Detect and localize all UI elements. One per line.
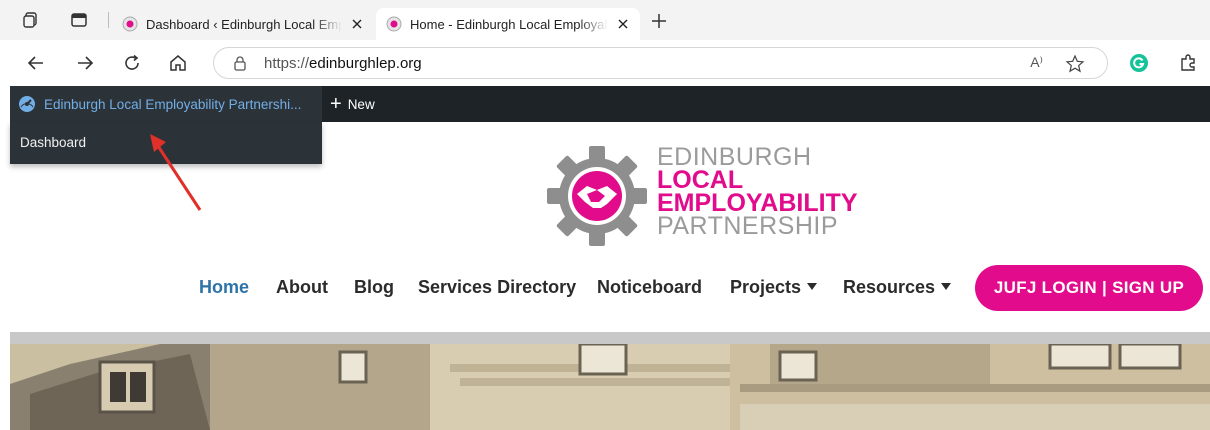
nav-blog[interactable]: Blog	[354, 277, 394, 298]
nav-home[interactable]: Home	[199, 277, 249, 298]
tab-separator	[108, 12, 109, 28]
nav-services-directory[interactable]: Services Directory	[418, 277, 576, 298]
hero-image	[10, 344, 1210, 430]
caret-down-icon	[941, 283, 952, 290]
nav-about[interactable]: About	[276, 277, 328, 298]
forward-icon[interactable]	[75, 53, 95, 73]
plus-icon: +	[330, 93, 342, 115]
tab-dashboard[interactable]: Dashboard ‹ Edinburgh Local Employabilit…	[112, 8, 374, 40]
back-icon[interactable]	[26, 53, 46, 73]
url-text: https://edinburghlep.org	[264, 55, 422, 72]
nav-resources[interactable]: Resources	[843, 277, 952, 298]
url-scheme: https://	[264, 55, 310, 72]
logo-text: EDINBURGH LOCAL EMPLOYABILITY PARTNERSHI…	[657, 145, 858, 240]
admin-site-name-label: Edinburgh Local Employability Partnershi…	[44, 96, 302, 112]
nav-projects[interactable]: Projects	[730, 277, 818, 298]
site-favicon-icon	[386, 16, 402, 32]
admin-new-label: New	[347, 96, 375, 112]
refresh-icon[interactable]	[122, 53, 142, 73]
nav-resources-label: Resources	[843, 277, 936, 297]
logo-line-4: PARTNERSHIP	[657, 212, 839, 240]
hero-top-border	[10, 332, 1210, 344]
nav-projects-label: Projects	[730, 277, 802, 297]
browser-tab-strip: Dashboard ‹ Edinburgh Local Employabilit…	[0, 0, 1210, 40]
tab-title: Dashboard ‹ Edinburgh Local Employabilit…	[146, 16, 342, 32]
tab-actions-icon[interactable]	[70, 11, 88, 29]
new-tab-icon[interactable]	[650, 12, 668, 30]
favorite-star-icon[interactable]	[1065, 54, 1085, 74]
annotation-arrow	[150, 134, 202, 211]
site-logo[interactable]: EDINBURGH LOCAL EMPLOYABILITY PARTNERSHI…	[545, 142, 875, 248]
url-host: edinburghlep.org	[309, 55, 422, 72]
wp-admin-bar: Edinburgh Local Employability Partnershi…	[10, 86, 1210, 122]
dashboard-gauge-icon	[19, 96, 35, 112]
main-navigation: Home About Blog Services Directory Notic…	[10, 265, 1210, 311]
browser-toolbar: https://edinburghlep.org A⁾	[0, 40, 1210, 86]
tab-title: Home - Edinburgh Local Employability Par…	[410, 16, 608, 32]
lock-icon[interactable]	[232, 55, 248, 71]
extensions-icon[interactable]	[1178, 53, 1198, 73]
tab-home[interactable]: Home - Edinburgh Local Employability Par…	[376, 8, 640, 40]
home-icon[interactable]	[168, 53, 188, 73]
close-tab-icon[interactable]	[348, 15, 366, 33]
read-aloud-icon[interactable]: A⁾	[1030, 54, 1043, 71]
admin-new-button[interactable]: + New	[330, 86, 375, 122]
caret-down-icon	[807, 283, 818, 290]
login-signup-button[interactable]: JUFJ LOGIN | SIGN UP	[975, 265, 1203, 311]
site-favicon-icon	[122, 16, 138, 32]
admin-submenu-dashboard[interactable]: Dashboard	[20, 135, 86, 150]
close-tab-icon[interactable]	[614, 15, 632, 33]
admin-site-name[interactable]: Edinburgh Local Employability Partnershi…	[10, 86, 322, 122]
workspaces-icon[interactable]	[22, 11, 40, 29]
gear-handshake-icon	[547, 146, 647, 246]
grammarly-icon[interactable]	[1129, 53, 1149, 73]
address-bar[interactable]: https://edinburghlep.org A⁾	[213, 47, 1108, 79]
nav-noticeboard[interactable]: Noticeboard	[597, 277, 702, 298]
